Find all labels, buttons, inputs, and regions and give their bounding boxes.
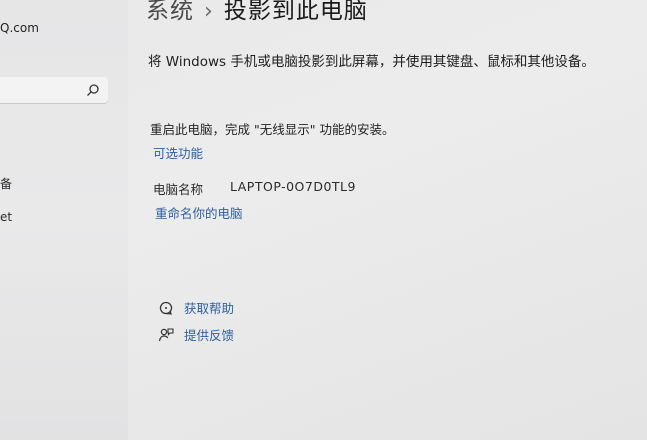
breadcrumb-parent[interactable]: 系统 [146, 0, 194, 24]
account-email: Q.com [0, 21, 39, 35]
get-help-label: 获取帮助 [184, 301, 235, 316]
optional-features-link[interactable]: 可选功能 [153, 143, 203, 162]
sidebar: Q.com 备 et [0, 0, 128, 440]
get-help-item[interactable]: 获取帮助 [158, 298, 234, 317]
page-description: 将 Windows 手机或电脑投影到此屏幕，并使用其键盘、鼠标和其他设备。 [148, 54, 595, 70]
pc-name-value: LAPTOP-0O7D0TL9 [230, 179, 356, 194]
breadcrumb: 系统 › 投影到此电脑 [146, 0, 368, 25]
pc-name-label: 电脑名称 [153, 182, 204, 197]
rename-pc-link[interactable]: 重命名你的电脑 [155, 203, 243, 222]
help-icon [158, 300, 174, 316]
give-feedback-label: 提供反馈 [184, 328, 235, 343]
settings-search-box[interactable] [0, 77, 108, 103]
restart-notice: 重启此电脑，完成 "无线显示" 功能的安装。 [150, 122, 395, 137]
page-title: 投影到此电脑 [223, 0, 368, 24]
feedback-icon [158, 327, 174, 343]
give-feedback-item[interactable]: 提供反馈 [158, 325, 234, 344]
settings-search-input[interactable] [4, 80, 78, 100]
sidebar-item-partial-1[interactable]: 备 [0, 175, 12, 192]
breadcrumb-separator-icon: › [204, 0, 214, 24]
sidebar-item-partial-2[interactable]: et [0, 210, 12, 224]
search-icon[interactable] [86, 82, 100, 96]
